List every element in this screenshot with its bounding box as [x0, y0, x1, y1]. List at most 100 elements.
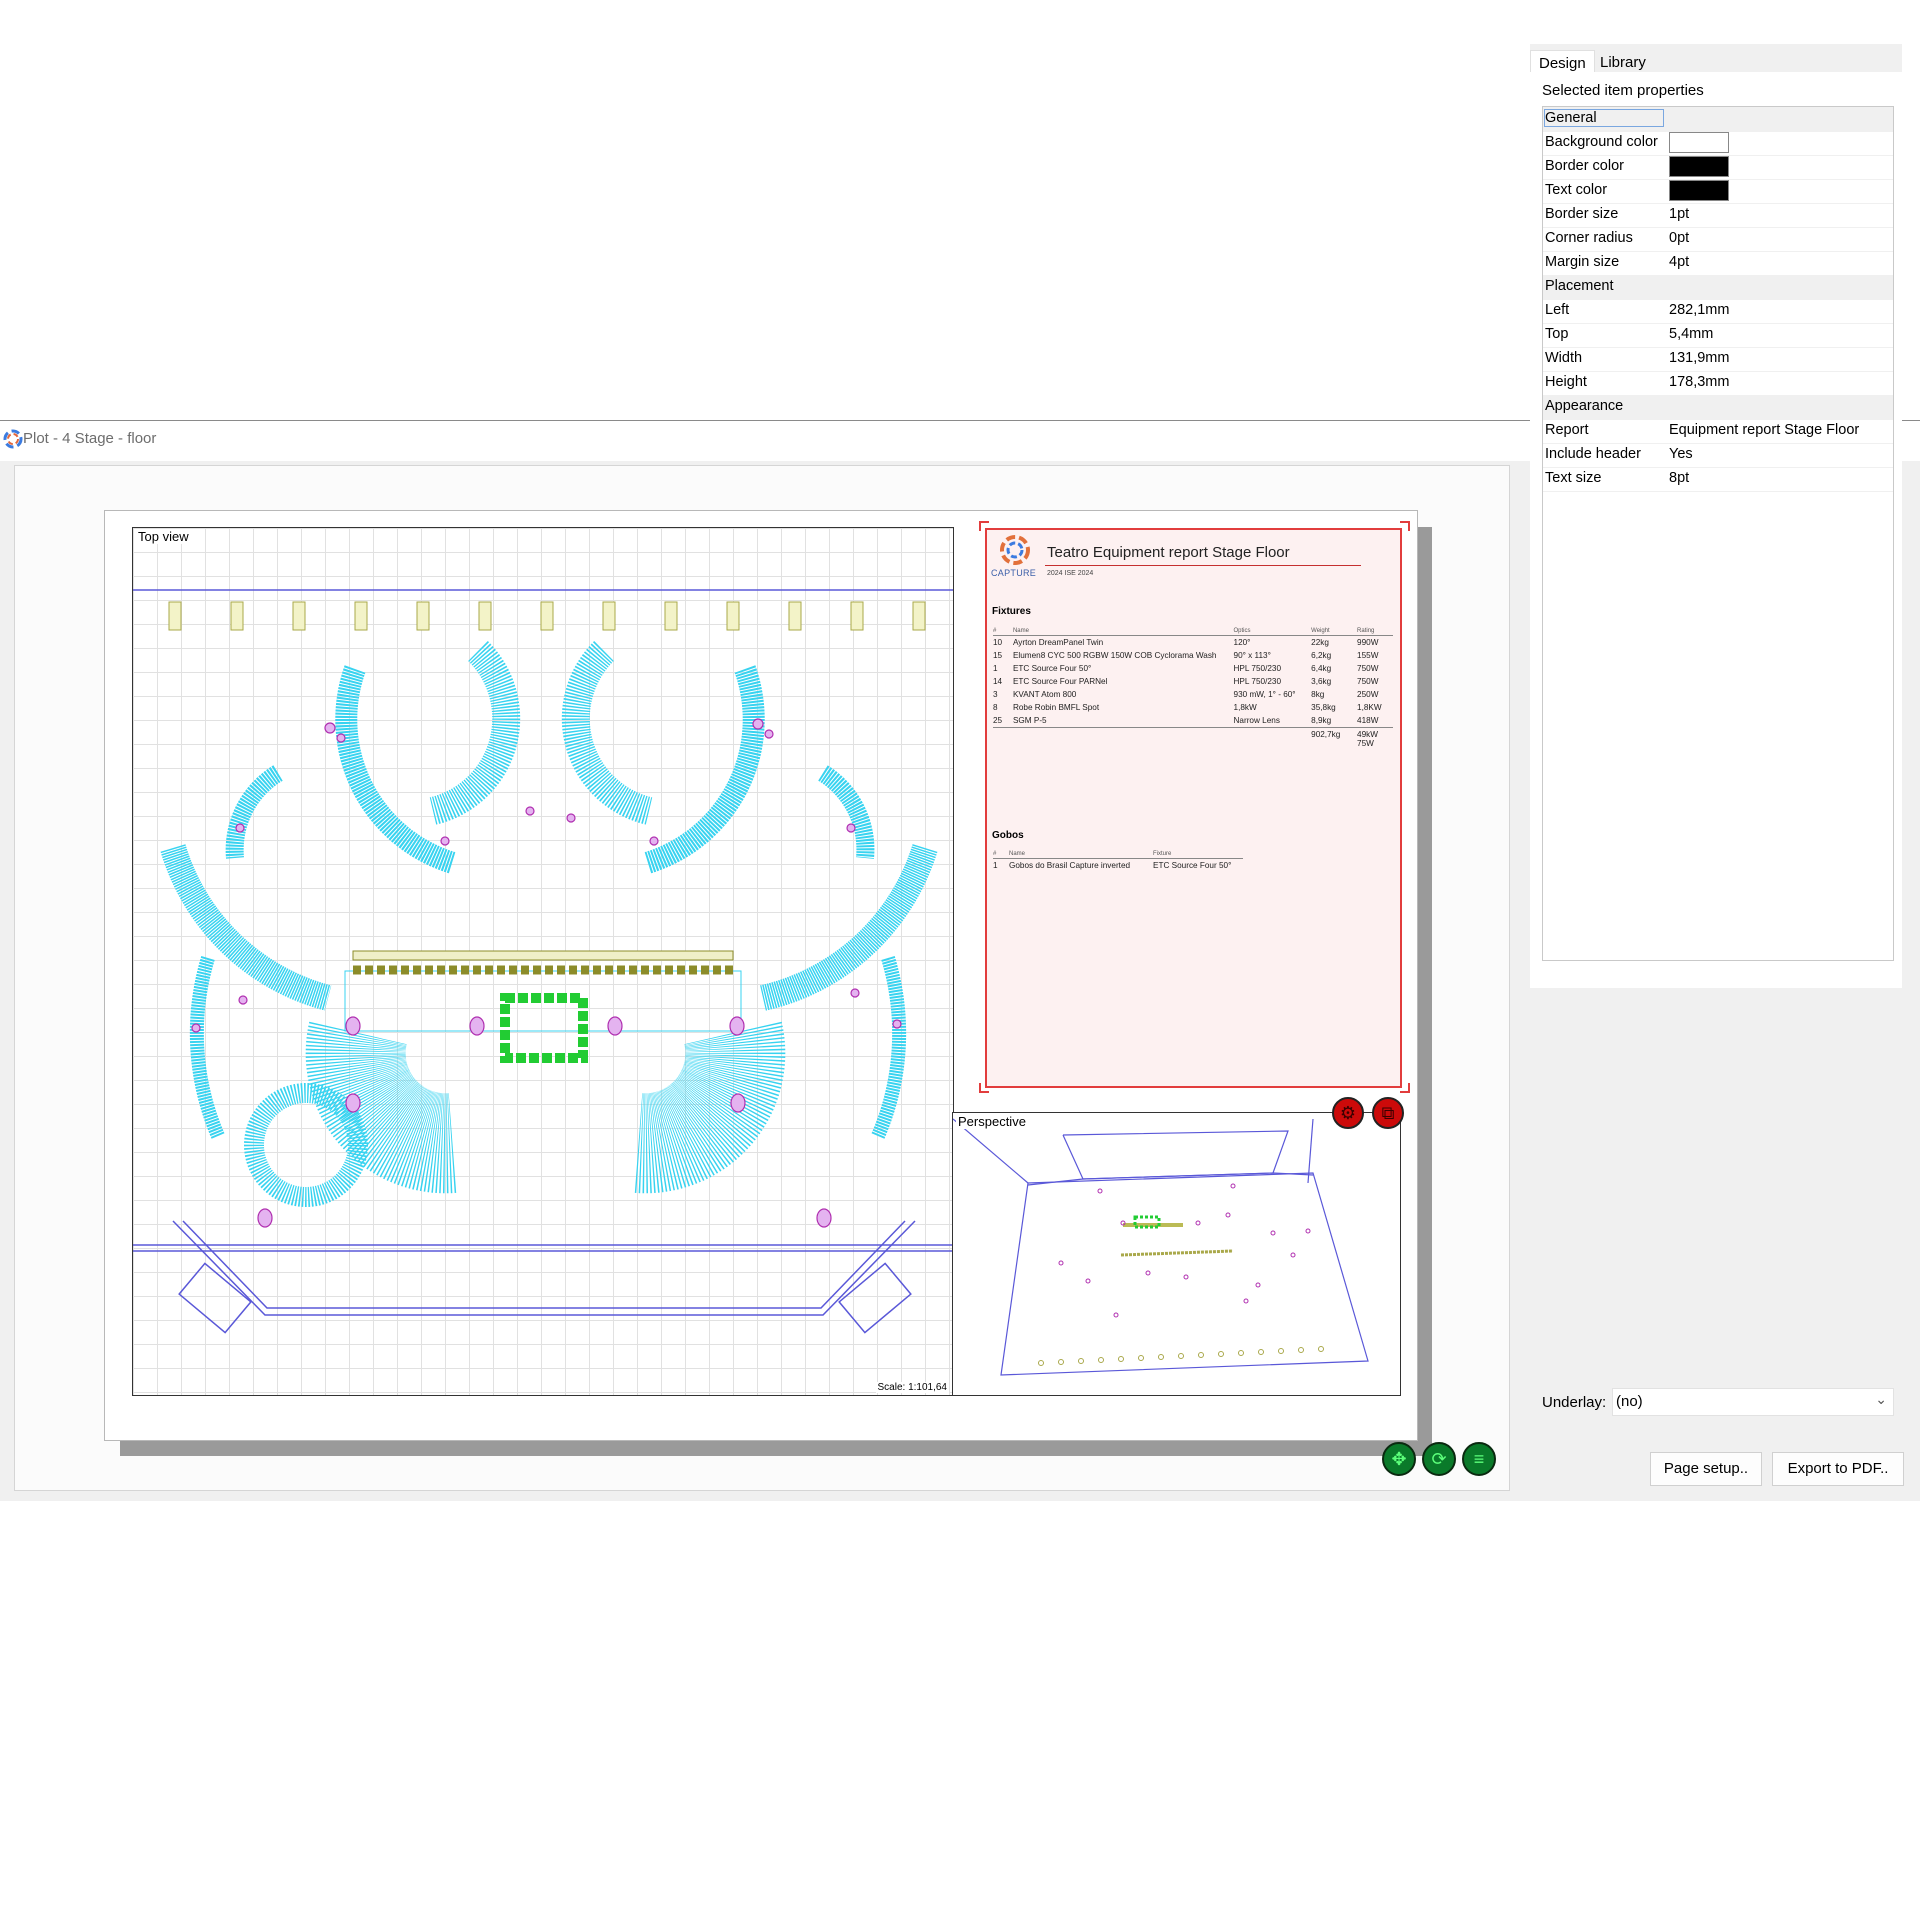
equipment-report[interactable]: CAPTURE Teatro Equipment report Stage Fl…: [985, 528, 1402, 1088]
table-cell: 15: [993, 651, 1003, 660]
category-placement[interactable]: Placement: [1543, 275, 1893, 300]
prop-border-size[interactable]: Border size 1pt: [1543, 203, 1893, 228]
refresh-icon[interactable]: ⟳: [1422, 1442, 1456, 1476]
category-appearance[interactable]: Appearance: [1543, 395, 1893, 420]
table-cell: 250W: [1357, 690, 1379, 699]
prop-top[interactable]: Top 5,4mm: [1543, 323, 1893, 348]
selection-handle[interactable]: [979, 1083, 989, 1093]
report-title: Teatro Equipment report Stage Floor: [1047, 544, 1290, 561]
gear-icon[interactable]: ⚙: [1332, 1097, 1364, 1129]
table-cell: Elumen8 CYC 500 RGBW 150W COB Cyclorama …: [1012, 651, 1217, 660]
gobos-col-number: #: [993, 850, 1009, 859]
page-setup-button[interactable]: Page setup..: [1650, 1452, 1762, 1486]
truss-arcs: [160, 641, 938, 1207]
table-cell: KVANT Atom 800: [1012, 690, 1077, 699]
table-row: 25 SGM P-5 Narrow Lens 8,9kg 418W: [993, 714, 1393, 728]
table-row: 10 Ayrton DreamPanel Twin 120° 22kg 990W: [993, 636, 1393, 650]
gobos-heading: Gobos: [992, 830, 1024, 841]
property-name: Left: [1545, 302, 1570, 318]
perspective-label: Perspective: [956, 1114, 1028, 1129]
category-general[interactable]: General: [1543, 107, 1893, 132]
prop-width[interactable]: Width 131,9mm: [1543, 347, 1893, 372]
property-name: Margin size: [1545, 254, 1620, 270]
underlay-select[interactable]: (no) ⌄: [1612, 1388, 1894, 1416]
prop-background-color[interactable]: Background color: [1543, 131, 1893, 156]
fixtures-col-number: #: [993, 627, 1013, 636]
fixtures-col-optics: Optics: [1233, 627, 1312, 636]
window-title: Plot - 4 Stage - floor: [23, 430, 157, 447]
total-weight: 902,7kg: [1311, 730, 1341, 739]
table-cell: 1: [993, 861, 998, 870]
table-cell: 155W: [1357, 651, 1379, 660]
border-color-swatch[interactable]: [1669, 156, 1729, 177]
top-view-label: Top view: [136, 529, 191, 544]
gobos-table: # Name Fixture 1 Gobos do Brasil Capture …: [993, 850, 1243, 872]
table-row: 3 KVANT Atom 800 930 mW, 1° - 60° 8kg 250W: [993, 688, 1393, 701]
property-value: Yes: [1669, 446, 1693, 462]
property-value: 0pt: [1669, 230, 1690, 246]
table-cell: 25: [993, 716, 1003, 725]
table-cell: 990W: [1357, 638, 1379, 647]
property-grid: General Background color Border color Te…: [1542, 106, 1894, 961]
property-name: Background color: [1545, 134, 1658, 150]
table-cell: ETC Source Four PARNel: [1012, 677, 1108, 686]
property-name: Width: [1545, 350, 1583, 366]
capture-logo-icon: [1000, 535, 1030, 565]
underlay-label: Underlay:: [1542, 1394, 1607, 1411]
table-cell: Ayrton DreamPanel Twin: [1012, 638, 1104, 647]
table-cell: 6,2kg: [1311, 651, 1332, 660]
top-view[interactable]: Top view Scale: 1:101,64: [132, 527, 954, 1396]
stage-outline: [133, 1220, 953, 1334]
prop-corner-radius[interactable]: Corner radius 0pt: [1543, 227, 1893, 252]
move-icon[interactable]: ✥: [1382, 1442, 1416, 1476]
prop-left[interactable]: Left 282,1mm: [1543, 299, 1893, 324]
table-row: 15 Elumen8 CYC 500 RGBW 150W COB Cycloram…: [993, 649, 1393, 662]
table-cell: 750W: [1357, 664, 1379, 673]
prop-text-color[interactable]: Text color: [1543, 179, 1893, 204]
property-name: Border size: [1545, 206, 1619, 222]
table-row: 8 Robe Robin BMFL Spot 1,8kW 35,8kg 1,8KW: [993, 701, 1393, 714]
table-cell: HPL 750/230: [1233, 677, 1282, 686]
chevron-down-icon: ⌄: [1875, 1391, 1887, 1407]
perspective-view[interactable]: Perspective: [952, 1112, 1401, 1396]
prop-margin-size[interactable]: Margin size 4pt: [1543, 251, 1893, 276]
fixtures-col-weight: Weight: [1311, 627, 1358, 636]
capture-logo-text: CAPTURE: [991, 568, 1037, 578]
report-subtitle: 2024 ISE 2024: [1047, 570, 1094, 577]
text-color-swatch[interactable]: [1669, 180, 1729, 201]
table-cell: 35,8kg: [1311, 703, 1336, 712]
fixtures-heading: Fixtures: [992, 606, 1031, 617]
table-cell: 22kg: [1311, 638, 1329, 647]
background-color-swatch[interactable]: [1669, 132, 1729, 153]
menu-icon[interactable]: ≡: [1462, 1442, 1496, 1476]
prop-report[interactable]: Report Equipment report Stage Floor: [1543, 419, 1893, 444]
prop-height[interactable]: Height 178,3mm: [1543, 371, 1893, 396]
table-cell: 8kg: [1311, 690, 1325, 699]
property-name: Text color: [1545, 182, 1608, 198]
selected-item-properties-title: Selected item properties: [1542, 82, 1704, 99]
table-cell: Gobos do Brasil Capture inverted: [1009, 861, 1131, 870]
prop-include-header[interactable]: Include header Yes: [1543, 443, 1893, 468]
table-cell: 3: [993, 690, 998, 699]
fixtures-table: # Name Optics Weight Rating 10 Ayrton Dre…: [993, 627, 1393, 750]
fixtures-total-row: 902,7kg 49kW 75W: [993, 727, 1393, 751]
app-logo-icon: [3, 429, 23, 449]
prop-text-size[interactable]: Text size 8pt: [1543, 467, 1893, 492]
selection-handle[interactable]: [1400, 521, 1410, 531]
table-cell: Narrow Lens: [1233, 716, 1280, 725]
copy-icon[interactable]: ⧉: [1372, 1097, 1404, 1129]
property-name: Border color: [1545, 158, 1624, 174]
selection-handle[interactable]: [1400, 1083, 1410, 1093]
property-value: 4pt: [1669, 254, 1690, 270]
table-cell: 1,8KW: [1357, 703, 1382, 712]
table-row: 1 ETC Source Four 50° HPL 750/230 6,4kg 750W: [993, 662, 1393, 675]
selection-handle[interactable]: [979, 521, 989, 531]
design-panel: Selected item properties General Backgro…: [1530, 72, 1902, 988]
table-cell: 1,8kW: [1233, 703, 1257, 712]
table-cell: 120°: [1233, 638, 1251, 647]
export-pdf-button[interactable]: Export to PDF..: [1772, 1452, 1904, 1486]
table-cell: 6,4kg: [1311, 664, 1332, 673]
prop-border-color[interactable]: Border color: [1543, 155, 1893, 180]
property-value: 8pt: [1669, 470, 1690, 486]
property-name: Corner radius: [1545, 230, 1633, 246]
